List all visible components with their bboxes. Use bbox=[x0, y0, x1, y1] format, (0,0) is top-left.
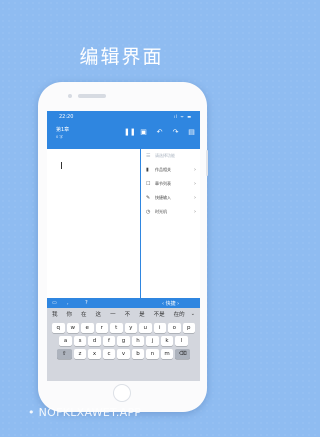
chapter-title-block[interactable]: 第1章 0 字 bbox=[56, 126, 69, 140]
key-q[interactable]: q bbox=[52, 323, 65, 333]
candidate-word[interactable]: 这 bbox=[96, 310, 102, 318]
comma-key[interactable]: , bbox=[67, 300, 69, 306]
menu-icon: ☰ bbox=[146, 153, 151, 159]
save-icon[interactable]: ▤ bbox=[188, 128, 195, 136]
function-panel: ☰ 请选择功能 ▮ 作品相关 › ☐ 章节列表 › ✎ 快捷输入 › ◷ 时光机 bbox=[140, 149, 200, 303]
key-d[interactable]: d bbox=[88, 336, 101, 346]
key-m[interactable]: m bbox=[160, 349, 174, 359]
keyboard-toggle-icon[interactable]: ▭ bbox=[52, 300, 57, 306]
camera-icon bbox=[68, 94, 72, 98]
key-k[interactable]: k bbox=[160, 336, 174, 346]
text-editor[interactable]: ☰ 请选择功能 ▮ 作品相关 › ☐ 章节列表 › ✎ 快捷输入 › ◷ 时光机 bbox=[47, 149, 200, 303]
key-s[interactable]: s bbox=[73, 336, 87, 346]
chevron-right-icon: › bbox=[194, 167, 196, 173]
key-f[interactable]: f bbox=[102, 336, 116, 346]
text-cursor bbox=[61, 162, 62, 169]
redo-icon[interactable]: ↷ bbox=[172, 128, 179, 136]
shift-key[interactable]: ⇧ bbox=[56, 349, 72, 359]
backspace-key[interactable]: ⌫ bbox=[175, 349, 191, 359]
key-p[interactable]: p bbox=[182, 323, 195, 333]
key-h[interactable]: h bbox=[131, 336, 145, 346]
key-g[interactable]: g bbox=[117, 336, 130, 346]
book-icon: ▮ bbox=[146, 167, 149, 173]
undo-icon[interactable]: ↶ bbox=[156, 128, 163, 136]
key-r[interactable]: r bbox=[95, 323, 108, 333]
candidate-word[interactable]: 你 bbox=[67, 310, 73, 318]
chevron-right-icon: › bbox=[194, 209, 196, 215]
candidate-word[interactable]: 在的 bbox=[174, 310, 185, 318]
key-z[interactable]: z bbox=[73, 349, 87, 359]
key-u[interactable]: u bbox=[139, 323, 152, 333]
key-row-2: a s d f g h j k l bbox=[47, 336, 200, 346]
key-v[interactable]: v bbox=[117, 349, 130, 359]
watermark-text: • NOFKLXAWET.APP bbox=[28, 406, 142, 419]
candidate-word[interactable]: 一 bbox=[110, 310, 116, 318]
chapter-title: 第1章 bbox=[56, 127, 70, 133]
panel-item-quick-input[interactable]: ✎ 快捷输入 › bbox=[141, 191, 200, 205]
list-icon: ☐ bbox=[146, 181, 151, 187]
clock-icon: ◷ bbox=[146, 209, 151, 215]
key-l[interactable]: l bbox=[175, 336, 188, 346]
key-c[interactable]: c bbox=[102, 349, 116, 359]
key-e[interactable]: e bbox=[81, 323, 94, 333]
key-w[interactable]: w bbox=[66, 323, 79, 333]
candidate-word[interactable]: 不 bbox=[125, 310, 131, 318]
candidate-word[interactable]: 在 bbox=[81, 310, 87, 318]
candidate-bar: 我 你 在 这 一 不 是 不是 在的 ⌄ bbox=[47, 308, 200, 320]
key-j[interactable]: j bbox=[146, 336, 159, 346]
editor-toolbar: 第1章 0 字 ❚❚ ▣ ↶ ↷ ▤ bbox=[47, 123, 200, 149]
key-x[interactable]: x bbox=[88, 349, 101, 359]
candidate-word[interactable]: 我 bbox=[52, 310, 58, 318]
expand-candidates-icon[interactable]: ⌄ bbox=[191, 311, 195, 317]
key-i[interactable]: i bbox=[153, 323, 166, 333]
app-header: 22:20 ıl ᯤ ▬ 第1章 0 字 ❚❚ ▣ ↶ ↷ ▤ bbox=[47, 111, 200, 149]
word-count: 0 字 bbox=[56, 135, 64, 139]
key-t[interactable]: t bbox=[110, 323, 123, 333]
page-headline: 编辑界面 bbox=[79, 46, 164, 68]
pause-icon[interactable]: ❚❚ bbox=[124, 128, 136, 136]
status-bar: 22:20 ıl ᯤ ▬ bbox=[47, 111, 200, 123]
pencil-icon: ✎ bbox=[146, 195, 151, 201]
candidate-word[interactable]: 不是 bbox=[154, 310, 165, 318]
speaker-grille bbox=[78, 94, 106, 98]
keyboard-accessory-bar: ▭ , ? ‹ 快捷 › bbox=[47, 298, 200, 308]
key-y[interactable]: y bbox=[124, 323, 137, 333]
home-button[interactable] bbox=[113, 384, 131, 402]
phone-screen: 22:20 ıl ᯤ ▬ 第1章 0 字 ❚❚ ▣ ↶ ↷ ▤ ☰ 请选择功能 bbox=[47, 111, 200, 381]
chevron-right-icon: › bbox=[194, 195, 196, 201]
question-key[interactable]: ? bbox=[85, 300, 88, 306]
phone-side-button bbox=[206, 150, 208, 176]
status-time: 22:20 bbox=[59, 114, 74, 120]
signal-battery-icon: ıl ᯤ ▬ bbox=[173, 114, 192, 119]
panel-item-time-machine[interactable]: ◷ 时光机 › bbox=[141, 205, 200, 219]
panel-item-chapters[interactable]: ☐ 章节列表 › bbox=[141, 177, 200, 191]
keyboard: 我 你 在 这 一 不 是 不是 在的 ⌄ q w e r t y u i o … bbox=[47, 308, 200, 381]
chevron-right-icon: › bbox=[194, 181, 196, 187]
note-icon[interactable]: ▣ bbox=[140, 128, 147, 136]
key-n[interactable]: n bbox=[146, 349, 159, 359]
panel-item-select-function: ☰ 请选择功能 bbox=[146, 153, 175, 159]
panel-item-works[interactable]: ▮ 作品相关 › bbox=[141, 163, 200, 177]
candidate-word[interactable]: 是 bbox=[139, 310, 145, 318]
key-a[interactable]: a bbox=[59, 336, 72, 346]
key-row-3: ⇧ z x c v b n m ⌫ bbox=[47, 349, 200, 359]
key-row-1: q w e r t y u i o p bbox=[47, 323, 200, 333]
quick-toggle[interactable]: ‹ 快捷 › bbox=[162, 300, 179, 307]
key-o[interactable]: o bbox=[168, 323, 181, 333]
key-b[interactable]: b bbox=[131, 349, 145, 359]
